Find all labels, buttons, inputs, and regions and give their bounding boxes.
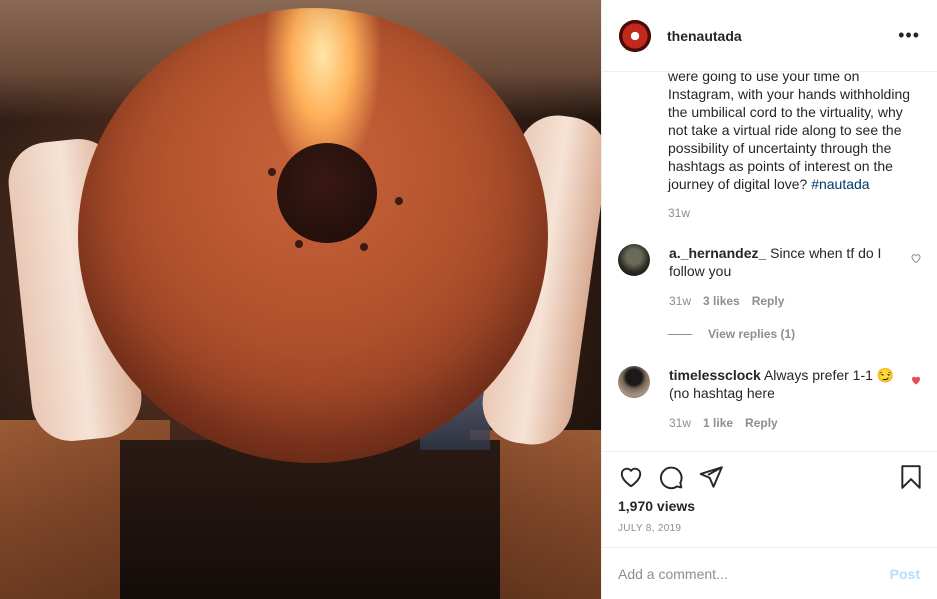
comment-meta: 31w 3 likes Reply: [669, 294, 784, 308]
view-replies-button[interactable]: View replies (1): [668, 327, 795, 341]
comment-likes[interactable]: 3 likes: [703, 294, 740, 308]
bookmark-icon[interactable]: [898, 464, 924, 490]
divider: [668, 333, 692, 335]
comment-item: timelessclock Always prefer 1-1 😏 (no ha…: [618, 366, 928, 446]
post-header: thenautada •••: [602, 0, 937, 72]
comment-composer: Post: [602, 547, 937, 599]
comment-time[interactable]: 31w: [669, 416, 691, 430]
comment-time[interactable]: 31w: [669, 294, 691, 308]
media-disc-hole: [360, 243, 368, 251]
post-panel: thenautada ••• were going to use your ti…: [601, 0, 937, 599]
view-replies-label: View replies (1): [708, 327, 796, 341]
comment-likes[interactable]: 1 like: [703, 416, 733, 430]
post-caption: were going to use your time on Instagram…: [668, 73, 920, 193]
comment-liked-heart-icon[interactable]: [910, 374, 922, 386]
comment-icon[interactable]: [658, 464, 684, 490]
comment-body: a._hernandez_ Since when tf do I follow …: [669, 244, 899, 280]
comment-input[interactable]: [618, 562, 868, 586]
avatar[interactable]: [619, 19, 651, 52]
comment-avatar[interactable]: [618, 244, 650, 276]
comment-username[interactable]: a._hernandez_: [669, 245, 766, 261]
post-button[interactable]: Post: [890, 566, 920, 582]
reply-button[interactable]: Reply: [752, 294, 785, 308]
post-username[interactable]: thenautada: [667, 28, 742, 44]
media-disc-hole: [295, 240, 303, 248]
post-media[interactable]: [0, 0, 601, 599]
reply-button[interactable]: Reply: [745, 416, 778, 430]
comment-meta: 31w 1 like Reply: [669, 416, 778, 430]
media-disc-hub: [277, 143, 377, 243]
heart-icon[interactable]: [618, 464, 644, 490]
media-shirt: [120, 440, 500, 599]
caption-text: were going to use your time on Instagram…: [668, 73, 911, 192]
action-bar: 1,970 views JULY 8, 2019: [602, 451, 937, 547]
share-icon[interactable]: [698, 464, 724, 490]
view-count[interactable]: 1,970 views: [618, 498, 695, 514]
comment-username[interactable]: timelessclock: [669, 367, 761, 383]
comment-avatar[interactable]: [618, 366, 650, 398]
comment-body: timelessclock Always prefer 1-1 😏 (no ha…: [669, 366, 899, 402]
post-date[interactable]: JULY 8, 2019: [618, 523, 681, 534]
hashtag-link[interactable]: #nautada: [811, 176, 869, 192]
media-disc-hole: [268, 168, 276, 176]
comment-like-icon[interactable]: [910, 252, 922, 264]
more-options-icon[interactable]: •••: [898, 26, 920, 44]
media-disc-hole: [395, 197, 403, 205]
caption-time[interactable]: 31w: [668, 206, 690, 220]
comments-scroll[interactable]: were going to use your time on Instagram…: [602, 73, 937, 451]
